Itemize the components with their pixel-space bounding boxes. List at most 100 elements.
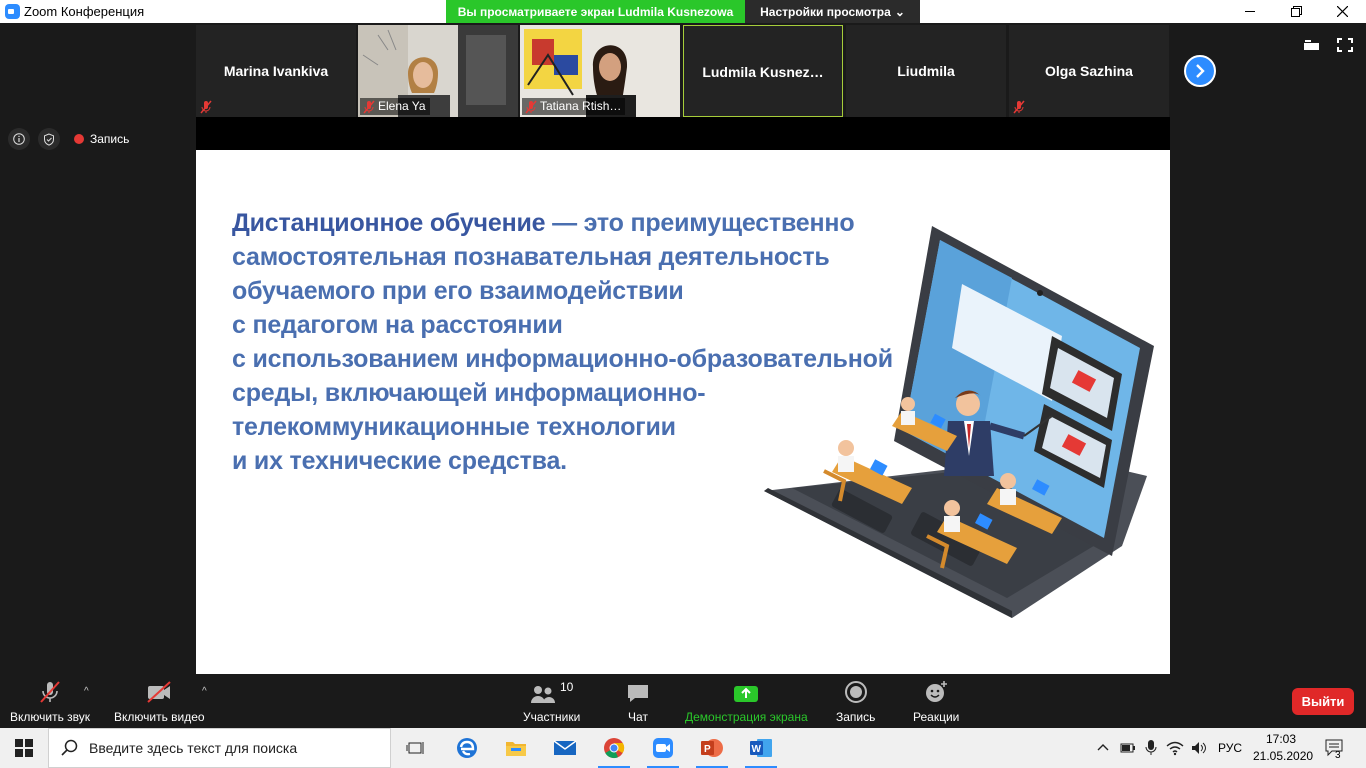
svg-text:W: W [752, 744, 762, 755]
window-titlebar: Zoom Конференция Вы просматриваете экран… [0, 0, 1366, 23]
participant-name: Liudmila [897, 63, 955, 79]
start-video-label: Включить видео [114, 710, 205, 724]
participant-gallery: Marina Ivankiva Elena Ya Tatiana Rtish… [196, 25, 1170, 117]
gallery-next-button[interactable] [1184, 55, 1216, 87]
restore-button[interactable] [1273, 0, 1319, 23]
unmute-button[interactable]: Включить звук [10, 680, 90, 724]
chrome-icon [604, 738, 625, 759]
layout-icon[interactable] [1302, 36, 1322, 54]
taskbar-mail[interactable] [551, 734, 579, 762]
svg-text:P: P [704, 744, 711, 755]
zoom-icon [653, 738, 673, 758]
chat-button[interactable]: Чат [626, 680, 650, 724]
reactions-label: Реакции [913, 710, 960, 724]
share-banner: Вы просматриваете экран Ludmila Kusnezow… [446, 0, 745, 23]
close-icon [1336, 6, 1348, 17]
chevron-right-icon [1196, 64, 1205, 78]
share-screen-icon [734, 686, 759, 702]
chat-icon [628, 685, 648, 702]
meeting-info-row: Запись [8, 128, 129, 150]
task-view-icon [406, 742, 424, 754]
taskbar-explorer[interactable] [502, 734, 530, 762]
mic-muted-icon [1013, 100, 1025, 114]
mic-muted-icon [363, 100, 375, 114]
windows-taskbar: Введите здесь текст для поиска P W РУС 1… [0, 728, 1366, 768]
view-settings-button[interactable]: Настройки просмотра ⌄ [745, 0, 920, 23]
participant-name: Elena Ya [378, 99, 426, 113]
security-button[interactable] [38, 128, 60, 150]
view-settings-label: Настройки просмотра [760, 4, 891, 19]
input-language[interactable]: РУС [1218, 741, 1242, 755]
shared-screen-top-bar [196, 117, 1170, 150]
participant-name: Marina Ivankiva [223, 63, 329, 79]
video-options-caret[interactable]: ^ [202, 686, 207, 697]
search-placeholder: Введите здесь текст для поиска [89, 740, 298, 756]
participants-button[interactable]: 10 Участники [523, 680, 580, 724]
participants-icon [530, 686, 555, 703]
edge-icon [457, 738, 477, 758]
record-button[interactable]: Запись [836, 680, 875, 724]
notifications-count: 3 [1335, 750, 1341, 761]
meeting-info-button[interactable] [8, 128, 30, 150]
participant-name: Tatiana Rtish… [540, 99, 622, 113]
mail-icon [553, 740, 577, 755]
participant-tile[interactable]: Liudmila [846, 25, 1006, 117]
participant-name: Ludmila Kusnez… [702, 64, 824, 80]
emoji-icon [926, 681, 948, 702]
window-title: Zoom Конференция [24, 4, 145, 19]
mic-muted-icon [200, 100, 212, 114]
mic-muted-icon [525, 100, 537, 114]
unmute-label: Включить звук [10, 710, 91, 724]
microphone-icon[interactable] [1144, 739, 1158, 757]
zoom-app-icon [5, 4, 20, 19]
close-button[interactable] [1319, 0, 1365, 23]
recording-label: Запись [90, 132, 130, 146]
participant-tile[interactable]: Tatiana Rtish… [520, 25, 680, 117]
windows-logo-icon [15, 739, 33, 757]
record-label: Запись [836, 710, 876, 724]
mic-muted-icon [40, 681, 60, 703]
volume-icon[interactable] [1190, 740, 1208, 756]
participant-caption: Elena Ya [360, 98, 430, 115]
leave-meeting-button[interactable]: Выйти [1292, 688, 1354, 715]
taskbar-edge[interactable] [453, 734, 481, 762]
meeting-toolbar: Включить звук ^ Включить видео ^ 10 Учас… [0, 676, 1366, 728]
recording-indicator: Запись [74, 132, 129, 146]
video-off-icon [147, 681, 171, 703]
share-screen-button[interactable]: Демонстрация экрана [685, 680, 808, 724]
reactions-button[interactable]: Реакции [913, 680, 959, 724]
shared-screen-slide: Дистанционное обучение — это преимуществ… [196, 150, 1170, 674]
participant-tile[interactable]: Olga Sazhina [1009, 25, 1169, 117]
battery-icon[interactable] [1118, 740, 1136, 756]
participants-count: 10 [559, 680, 574, 694]
taskbar-powerpoint[interactable]: P [698, 734, 726, 762]
taskbar-search-box[interactable]: Введите здесь текст для поиска [48, 728, 391, 768]
powerpoint-icon: P [701, 739, 723, 757]
folder-icon [506, 742, 526, 756]
search-icon [61, 739, 78, 756]
taskbar-zoom[interactable] [649, 734, 677, 762]
task-view-button[interactable] [402, 734, 430, 762]
clock-date[interactable]: 21.05.2020 [1253, 749, 1313, 763]
participant-tile[interactable]: Elena Ya [358, 25, 518, 117]
taskbar-chrome[interactable] [600, 734, 628, 762]
start-video-button[interactable]: Включить видео [114, 680, 205, 724]
start-button[interactable] [0, 728, 48, 768]
participant-name: Olga Sazhina [1045, 63, 1133, 79]
share-screen-label: Демонстрация экрана [685, 710, 808, 724]
fullscreen-icon[interactable] [1335, 36, 1355, 54]
word-icon: W [750, 739, 772, 757]
participant-tile[interactable]: Marina Ivankiva [196, 25, 356, 117]
info-icon [13, 133, 25, 145]
minimize-button[interactable] [1227, 0, 1273, 23]
chevron-down-icon: ⌄ [894, 4, 905, 19]
tray-overflow-icon[interactable] [1096, 741, 1110, 755]
taskbar-word[interactable]: W [747, 734, 775, 762]
clock-time[interactable]: 17:03 [1266, 732, 1296, 746]
chat-label: Чат [628, 710, 648, 724]
record-dot-icon [74, 134, 84, 144]
record-icon [844, 681, 867, 703]
participant-tile-active-speaker[interactable]: Ludmila Kusnez… [683, 25, 843, 117]
wifi-icon[interactable] [1166, 740, 1184, 756]
audio-options-caret[interactable]: ^ [84, 686, 89, 697]
